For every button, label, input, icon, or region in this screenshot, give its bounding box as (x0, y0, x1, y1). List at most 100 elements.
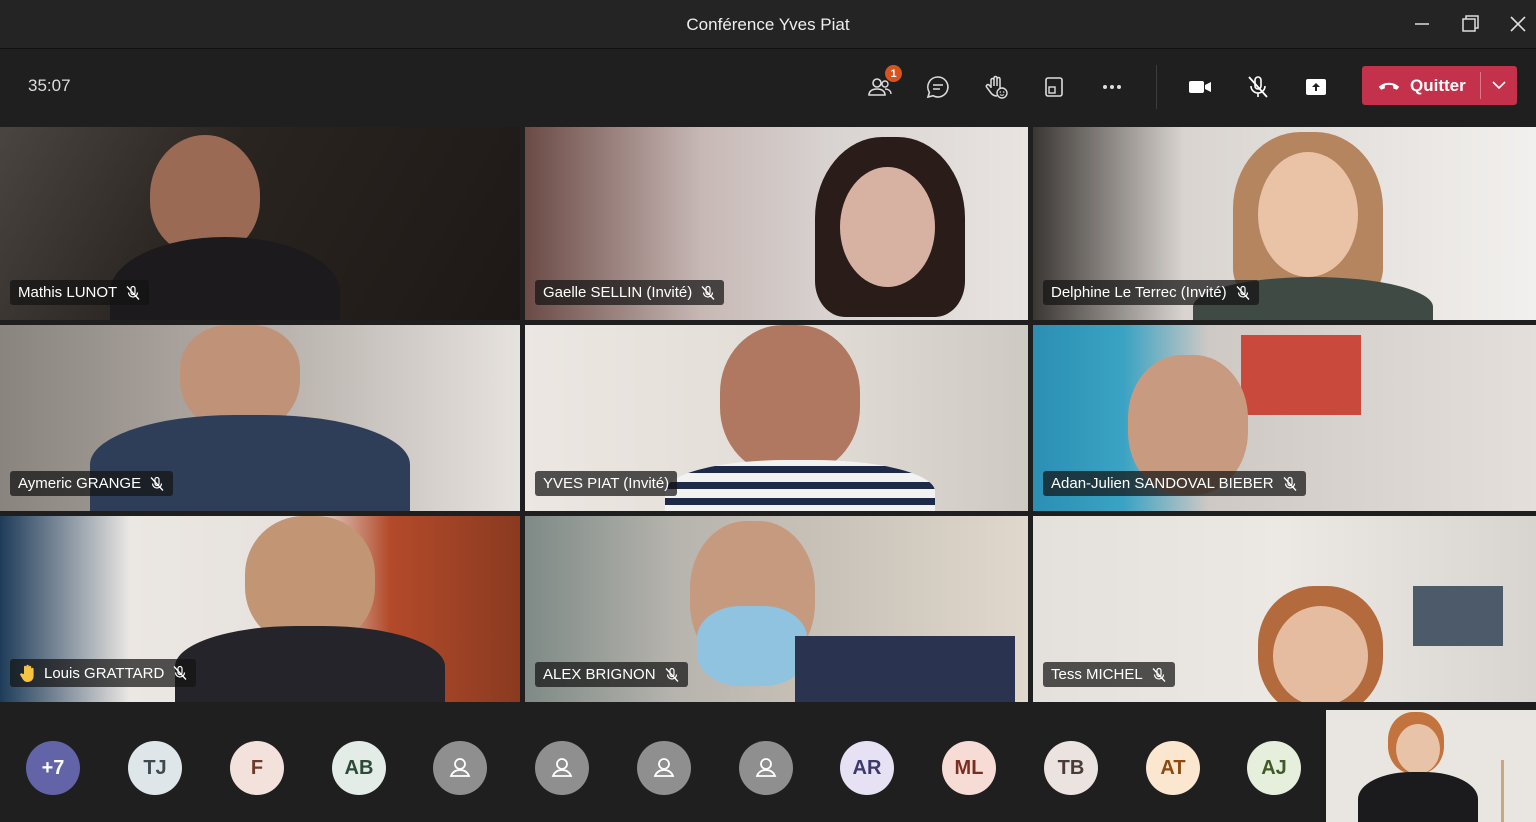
video-tile[interactable]: Mathis LUNOT (0, 127, 520, 320)
person-icon (653, 758, 675, 777)
video-tile[interactable]: Delphine Le Terrec (Invité) (1033, 127, 1536, 320)
participant-video (175, 626, 445, 702)
mic-off-icon (150, 476, 164, 491)
avatar-initials: AB (344, 756, 374, 779)
participant-avatar[interactable] (535, 741, 589, 795)
reactions-button[interactable] (978, 69, 1014, 105)
mic-off-icon (1152, 667, 1166, 682)
mic-off-icon (1248, 76, 1268, 98)
chevron-down-icon[interactable] (1488, 74, 1510, 96)
participant-video (90, 415, 410, 511)
avatar-initials: AR (852, 756, 882, 779)
participant-video (1258, 152, 1358, 277)
participant-video (1413, 586, 1503, 646)
video-tile[interactable]: Aymeric GRANGE (0, 325, 520, 511)
person-icon (551, 758, 573, 777)
more-icon (1103, 85, 1121, 89)
share-button[interactable] (1298, 69, 1334, 105)
participant-name-tag: ALEX BRIGNON (535, 662, 688, 687)
participant-name: Aymeric GRANGE (18, 475, 142, 492)
participant-video (720, 325, 860, 475)
participant-avatar[interactable]: AB (332, 741, 386, 795)
participant-video (840, 167, 935, 287)
participant-name-tag: Tess MICHEL (1043, 662, 1175, 687)
person-icon (755, 758, 777, 777)
participant-name-tag: Adan-Julien SANDOVAL BIEBER (1043, 471, 1306, 496)
participant-roster: +7 TJ F AB AR ML TB AT AJ (0, 706, 1326, 822)
avatar-initials: TB (1057, 756, 1085, 779)
close-window-button[interactable] (1504, 10, 1532, 38)
participant-avatar[interactable] (739, 741, 793, 795)
avatar-initials: F (250, 756, 264, 779)
participant-avatar[interactable]: F (230, 741, 284, 795)
participant-name: Mathis LUNOT (18, 284, 118, 301)
participant-name-tag: Gaelle SELLIN (Invité) (535, 280, 725, 305)
background-lamp (1501, 760, 1504, 822)
hang-up-icon (1378, 82, 1400, 90)
participant-avatar[interactable]: ML (942, 741, 996, 795)
mic-off-icon (173, 665, 187, 680)
meeting-toolbar: 35:07 1 Quitter (0, 49, 1536, 125)
participant-video (665, 460, 935, 511)
participant-name: Delphine Le Terrec (Invité) (1051, 284, 1227, 301)
avatar-initials: TJ (143, 756, 167, 779)
toolbar-separator (1156, 65, 1157, 109)
participant-name: Tess MICHEL (1051, 666, 1143, 683)
participant-video (1358, 772, 1478, 822)
self-view-video[interactable] (1326, 710, 1536, 822)
minimize-button[interactable] (1408, 10, 1436, 38)
participant-name: Adan-Julien SANDOVAL BIEBER (1051, 475, 1274, 492)
mic-off-icon (665, 667, 679, 682)
participant-video (697, 606, 807, 686)
participant-video (1241, 335, 1361, 415)
mic-off-icon (126, 285, 140, 300)
video-tile[interactable]: YVES PIAT (Invité) (525, 325, 1028, 511)
participant-video (795, 636, 1015, 702)
participant-name-tag: Delphine Le Terrec (Invité) (1043, 280, 1259, 305)
video-tile[interactable]: Tess MICHEL (1033, 516, 1536, 702)
participant-name: ALEX BRIGNON (543, 666, 656, 683)
mic-off-icon (1283, 476, 1297, 491)
participant-avatar[interactable]: AR (840, 741, 894, 795)
participants-badge: 1 (885, 65, 902, 82)
video-tile[interactable]: Adan-Julien SANDOVAL BIEBER (1033, 325, 1536, 511)
window-title: Conférence Yves Piat (686, 15, 850, 34)
participant-avatar[interactable]: TB (1044, 741, 1098, 795)
participant-avatar[interactable]: AJ (1247, 741, 1301, 795)
participant-name-tag: Mathis LUNOT (10, 280, 150, 305)
participant-avatar[interactable]: AT (1146, 741, 1200, 795)
participant-name-tag: Aymeric GRANGE (10, 471, 174, 496)
more-participants-button[interactable]: +7 (26, 741, 80, 795)
restore-button[interactable] (1456, 10, 1484, 38)
participant-avatar[interactable]: TJ (128, 741, 182, 795)
participant-name-tag: YVES PIAT (Invité) (535, 471, 678, 496)
camera-button[interactable] (1182, 69, 1218, 105)
meeting-timer: 35:07 (28, 76, 71, 95)
video-tile[interactable]: Gaelle SELLIN (Invité) (525, 127, 1028, 320)
chat-button[interactable] (920, 69, 956, 105)
share-screen-icon (1306, 79, 1326, 95)
participant-name-tag: Louis GRATTARD (10, 659, 197, 687)
rooms-button[interactable] (1036, 69, 1072, 105)
avatar-initials: +7 (41, 756, 65, 779)
avatar-initials: AT (1160, 756, 1186, 779)
title-bar: Conférence Yves Piat (0, 0, 1536, 49)
video-tile[interactable]: ALEX BRIGNON (525, 516, 1028, 702)
participant-video (1273, 606, 1368, 702)
participant-video (1396, 724, 1440, 774)
participant-avatar[interactable] (637, 741, 691, 795)
participant-name: Gaelle SELLIN (Invité) (543, 284, 693, 301)
avatar-initials: AJ (1261, 756, 1287, 779)
leave-label: Quitter (1410, 75, 1466, 95)
raise-hand-icon (985, 75, 1008, 99)
participant-video (110, 237, 340, 320)
more-actions-button[interactable] (1094, 69, 1130, 105)
video-tile[interactable]: Louis GRATTARD (0, 516, 520, 702)
avatar-initials: ML (954, 756, 984, 779)
chat-icon (926, 76, 949, 99)
participants-button[interactable]: 1 (862, 65, 902, 105)
participant-avatar[interactable] (433, 741, 487, 795)
mic-button[interactable] (1240, 69, 1276, 105)
leave-divider (1480, 72, 1481, 99)
leave-button[interactable]: Quitter (1362, 66, 1517, 105)
